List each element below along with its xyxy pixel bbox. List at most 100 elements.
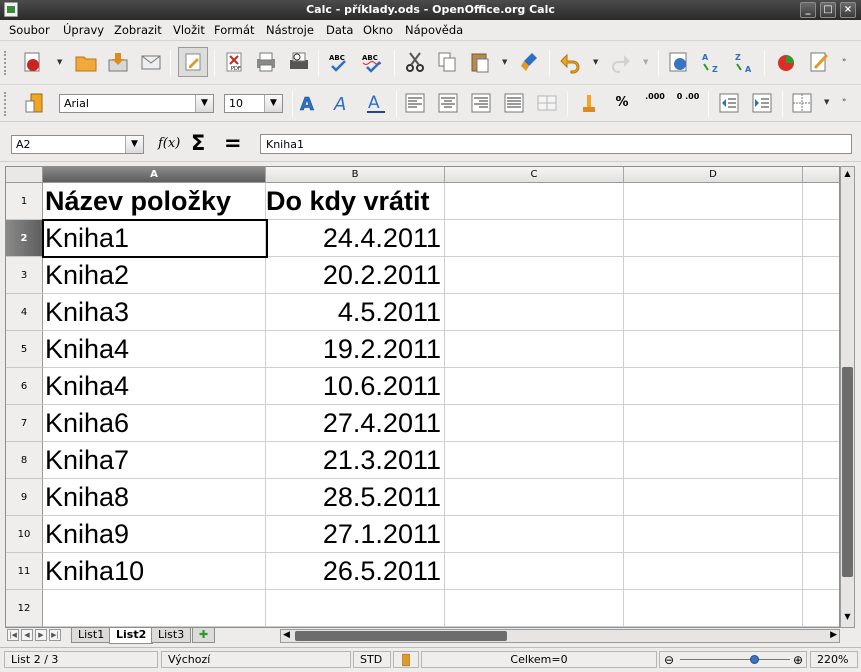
menu-upravy[interactable]: Úpravy xyxy=(63,23,104,37)
sheet-tab-list2[interactable]: List2 xyxy=(109,628,154,644)
justify-icon[interactable] xyxy=(502,91,526,115)
column-header-c[interactable]: C xyxy=(445,167,624,183)
cell-d10[interactable] xyxy=(624,516,803,553)
sheet-tab-list1[interactable]: List1 xyxy=(71,628,112,643)
currency-format-icon[interactable] xyxy=(577,91,601,115)
cell-c5[interactable] xyxy=(445,331,624,368)
scroll-right-icon[interactable]: ▶ xyxy=(830,630,837,640)
cell-b3[interactable]: 20.2.2011 xyxy=(266,257,445,294)
sheet-tab-list3[interactable]: List3 xyxy=(151,628,192,643)
row-header-3[interactable]: 3 xyxy=(6,257,43,294)
chart-icon[interactable] xyxy=(774,50,798,74)
row-header-10[interactable]: 10 xyxy=(6,516,43,553)
cell-e8[interactable] xyxy=(803,442,839,479)
menu-nastroje[interactable]: Nástroje xyxy=(266,23,314,37)
row-header-12[interactable]: 12 xyxy=(6,590,43,627)
cell-a10[interactable]: Kniha9 xyxy=(43,516,266,553)
zoom-out-icon[interactable]: ⊖ xyxy=(664,653,674,668)
cell-b10[interactable]: 27.1.2011 xyxy=(266,516,445,553)
cell-d8[interactable] xyxy=(624,442,803,479)
cell-a6[interactable]: Kniha4 xyxy=(43,368,266,405)
status-page-style[interactable]: Výchozí xyxy=(161,651,351,668)
cell-c8[interactable] xyxy=(445,442,624,479)
column-header-e[interactable] xyxy=(803,167,839,183)
menu-okno[interactable]: Okno xyxy=(363,23,393,37)
draw-functions-icon[interactable] xyxy=(807,50,831,74)
hyperlink-icon[interactable] xyxy=(667,50,691,74)
open-folder-icon[interactable] xyxy=(74,50,98,74)
sort-descending-icon[interactable]: ZA xyxy=(733,50,757,74)
borders-dropdown-icon[interactable]: ▼ xyxy=(824,98,832,106)
cell-a4[interactable]: Kniha3 xyxy=(43,294,266,331)
font-size-dropdown-icon[interactable]: ▼ xyxy=(264,95,282,112)
save-icon[interactable] xyxy=(106,50,130,74)
cell-d9[interactable] xyxy=(624,479,803,516)
bold-icon[interactable]: A xyxy=(296,91,320,116)
name-box-dropdown-icon[interactable]: ▼ xyxy=(125,136,143,153)
maximize-button[interactable]: □ xyxy=(820,2,836,18)
menu-zobrazit[interactable]: Zobrazit xyxy=(114,23,162,37)
minimize-button[interactable]: _ xyxy=(800,2,816,18)
cell-e1[interactable] xyxy=(803,183,839,220)
column-header-a[interactable]: A xyxy=(43,167,266,183)
format-paintbrush-icon[interactable] xyxy=(518,50,542,74)
horizontal-scrollbar[interactable]: ◀ ▶ xyxy=(280,629,840,643)
menu-format[interactable]: Formát xyxy=(214,23,255,37)
cell-d3[interactable] xyxy=(624,257,803,294)
paste-icon[interactable] xyxy=(468,50,492,74)
row-header-9[interactable]: 9 xyxy=(6,479,43,516)
cut-icon[interactable] xyxy=(403,50,427,74)
italic-icon[interactable]: A xyxy=(330,91,354,115)
cell-e3[interactable] xyxy=(803,257,839,294)
status-selection-mode[interactable]: STD xyxy=(353,651,391,668)
redo-dropdown-icon[interactable]: ▼ xyxy=(643,58,651,66)
undo-icon[interactable] xyxy=(558,50,582,74)
cell-d12[interactable] xyxy=(624,590,803,627)
cell-e4[interactable] xyxy=(803,294,839,331)
scroll-down-icon[interactable]: ▼ xyxy=(842,612,853,622)
toolbar-grip[interactable] xyxy=(4,51,7,75)
cell-a8[interactable]: Kniha7 xyxy=(43,442,266,479)
scroll-left-icon[interactable]: ◀ xyxy=(283,630,290,640)
cell-a5[interactable]: Kniha4 xyxy=(43,331,266,368)
add-sheet-icon[interactable]: ✚ xyxy=(192,628,216,643)
email-icon[interactable] xyxy=(139,50,163,74)
next-sheet-icon[interactable]: ▶ xyxy=(35,629,47,641)
prev-sheet-icon[interactable]: ◀ xyxy=(21,629,33,641)
borders-icon[interactable] xyxy=(790,91,814,115)
status-zoom-level[interactable]: 220% xyxy=(810,651,858,668)
cell-b2[interactable]: 24.4.2011 xyxy=(266,220,445,257)
redo-icon[interactable] xyxy=(609,50,633,74)
select-all-corner[interactable] xyxy=(6,167,43,183)
edit-file-icon[interactable] xyxy=(178,47,208,77)
cell-b9[interactable]: 28.5.2011 xyxy=(266,479,445,516)
undo-dropdown-icon[interactable]: ▼ xyxy=(593,58,601,66)
formula-input[interactable]: Kniha1 xyxy=(260,134,852,154)
formula-icon[interactable]: = xyxy=(224,131,248,155)
function-wizard-icon[interactable]: f(x) xyxy=(158,132,182,156)
standard-format-icon[interactable]: .000 xyxy=(643,91,667,115)
add-decimal-icon[interactable]: 0 .00 xyxy=(676,91,700,115)
cell-a12[interactable] xyxy=(43,590,266,627)
percent-format-icon[interactable]: % xyxy=(610,91,634,115)
cell-a9[interactable]: Kniha8 xyxy=(43,479,266,516)
last-sheet-icon[interactable]: ▶| xyxy=(49,629,61,641)
cell-c7[interactable] xyxy=(445,405,624,442)
align-right-icon[interactable] xyxy=(469,91,493,115)
cell-d4[interactable] xyxy=(624,294,803,331)
scroll-up-icon[interactable]: ▲ xyxy=(842,169,853,179)
cell-b11[interactable]: 26.5.2011 xyxy=(266,553,445,590)
cell-b4[interactable]: 4.5.2011 xyxy=(266,294,445,331)
sum-icon[interactable]: Σ xyxy=(191,131,215,155)
close-button[interactable]: × xyxy=(840,2,856,18)
column-header-b[interactable]: B xyxy=(266,167,445,183)
cell-a7[interactable]: Kniha6 xyxy=(43,405,266,442)
cell-e11[interactable] xyxy=(803,553,839,590)
print-preview-icon[interactable] xyxy=(287,50,311,74)
row-header-5[interactable]: 5 xyxy=(6,331,43,368)
row-header-6[interactable]: 6 xyxy=(6,368,43,405)
font-name-combo[interactable]: Arial ▼ xyxy=(59,94,214,113)
cell-b1[interactable]: Do kdy vrátit xyxy=(266,183,445,220)
row-header-1[interactable]: 1 xyxy=(6,183,43,220)
cell-d6[interactable] xyxy=(624,368,803,405)
